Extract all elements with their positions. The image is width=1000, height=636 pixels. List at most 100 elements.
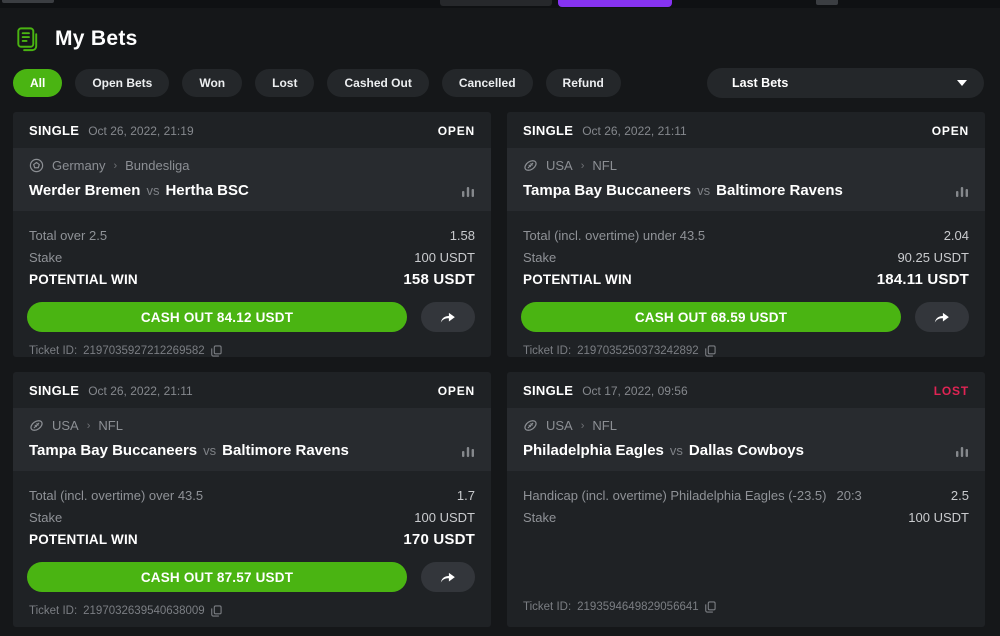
bet-selection-label: Total (incl. overtime) under 43.5 <box>523 228 705 243</box>
cash-out-button[interactable]: CASH OUT 84.12 USDT <box>27 302 407 332</box>
filter-cashed-out[interactable]: Cashed Out <box>327 69 428 97</box>
stats-bars-icon[interactable] <box>955 445 969 457</box>
chevron-down-icon <box>957 80 967 86</box>
event-title: Tampa Bay Buccaneers vs Baltimore Ravens <box>523 182 969 199</box>
bet-card: SINGLE Oct 26, 2022, 21:19 OPEN Germany … <box>13 112 491 357</box>
page-header: My Bets <box>13 24 1000 54</box>
topbar-fragment <box>440 0 552 6</box>
copy-icon[interactable] <box>211 605 222 617</box>
stake-value: 90.25 USDT <box>897 250 969 265</box>
spacer <box>507 528 985 601</box>
bet-card-header: SINGLE Oct 26, 2022, 21:19 OPEN <box>13 112 491 148</box>
bet-selection-row: Total over 2.5 1.58 <box>29 224 475 246</box>
home-team: Werder Bremen <box>29 182 140 199</box>
event-title: Philadelphia Eagles vs Dallas Cowboys <box>523 442 969 459</box>
copy-icon[interactable] <box>705 345 716 357</box>
topbar-fragment <box>816 0 838 5</box>
ticket-id-label: Ticket ID: <box>29 605 77 617</box>
filter-lost[interactable]: Lost <box>255 69 314 97</box>
ticket-id-label: Ticket ID: <box>523 601 571 613</box>
soccer-ball-icon <box>29 158 44 173</box>
vs-label: vs <box>146 183 159 198</box>
away-team: Hertha BSC <box>165 182 248 199</box>
page-title: My Bets <box>55 27 138 51</box>
filter-refund[interactable]: Refund <box>546 69 621 97</box>
event-block: USA › NFL Tampa Bay Buccaneers vs Baltim… <box>13 408 491 471</box>
vs-label: vs <box>670 443 683 458</box>
topbar-fragment <box>2 0 54 3</box>
copy-icon[interactable] <box>211 345 222 357</box>
event-league: NFL <box>592 158 617 173</box>
home-team: Tampa Bay Buccaneers <box>29 442 197 459</box>
meta-separator: › <box>87 420 91 432</box>
bet-date: Oct 26, 2022, 21:11 <box>582 124 687 138</box>
card-actions: CASH OUT 87.57 USDT <box>27 562 475 592</box>
card-actions: CASH OUT 68.59 USDT <box>521 302 969 332</box>
potential-win-value: 184.11 USDT <box>877 271 969 288</box>
ticket-row: Ticket ID: 2197032639540638009 <box>29 605 475 617</box>
sort-dropdown[interactable]: Last Bets <box>707 68 984 98</box>
topbar-purple-button[interactable] <box>558 0 672 7</box>
odds-value: 1.7 <box>457 488 475 503</box>
cash-out-button[interactable]: CASH OUT 87.57 USDT <box>27 562 407 592</box>
away-team: Baltimore Ravens <box>716 182 843 199</box>
share-button[interactable] <box>421 302 475 332</box>
cash-out-button[interactable]: CASH OUT 68.59 USDT <box>521 302 901 332</box>
potential-win-row: POTENTIAL WIN 170 USDT <box>29 528 475 550</box>
bet-card: SINGLE Oct 26, 2022, 21:11 OPEN USA › NF… <box>507 112 985 357</box>
bet-date: Oct 17, 2022, 09:56 <box>582 384 687 398</box>
event-league: NFL <box>98 418 123 433</box>
event-country: USA <box>546 158 573 173</box>
bet-selection-row: Total (incl. overtime) over 43.5 1.7 <box>29 484 475 506</box>
stats-bars-icon[interactable] <box>955 185 969 197</box>
filter-won[interactable]: Won <box>182 69 242 97</box>
share-arrow-icon <box>439 571 457 584</box>
share-button[interactable] <box>915 302 969 332</box>
event-meta: Germany › Bundesliga <box>29 158 475 173</box>
share-button[interactable] <box>421 562 475 592</box>
odds-value: 2.5 <box>951 488 969 503</box>
ticket-row: Ticket ID: 2193594649829056641 <box>523 601 969 613</box>
stats-bars-icon[interactable] <box>461 445 475 457</box>
bet-details: Handicap (incl. overtime) Philadelphia E… <box>507 471 985 528</box>
stats-bars-icon[interactable] <box>461 185 475 197</box>
ticket-id-value: 2197032639540638009 <box>83 605 205 617</box>
filters-bar: All Open Bets Won Lost Cashed Out Cancel… <box>13 68 984 98</box>
american-football-icon <box>523 418 538 433</box>
status-badge: LOST <box>934 384 969 398</box>
odds-value: 2.04 <box>944 228 969 243</box>
ticket-id-value: 2193594649829056641 <box>577 601 699 613</box>
status-badge: OPEN <box>438 384 475 398</box>
potential-win-row: POTENTIAL WIN 184.11 USDT <box>523 268 969 290</box>
stake-label: Stake <box>29 510 62 525</box>
home-team: Tampa Bay Buccaneers <box>523 182 691 199</box>
event-meta: USA › NFL <box>523 418 969 433</box>
filter-all[interactable]: All <box>13 69 62 97</box>
bet-card-header: SINGLE Oct 26, 2022, 21:11 OPEN <box>507 112 985 148</box>
stake-value: 100 USDT <box>414 250 475 265</box>
event-title: Tampa Bay Buccaneers vs Baltimore Ravens <box>29 442 475 459</box>
filter-cancelled[interactable]: Cancelled <box>442 69 533 97</box>
ticket-id-label: Ticket ID: <box>523 345 571 357</box>
event-block: Germany › Bundesliga Werder Bremen vs He… <box>13 148 491 211</box>
event-country: USA <box>52 418 79 433</box>
bet-selection-label: Total (incl. overtime) over 43.5 <box>29 488 203 503</box>
filter-open-bets[interactable]: Open Bets <box>75 69 169 97</box>
vs-label: vs <box>697 183 710 198</box>
status-badge: OPEN <box>438 124 475 138</box>
copy-icon[interactable] <box>705 601 716 613</box>
meta-separator: › <box>581 420 585 432</box>
event-league: Bundesliga <box>125 158 189 173</box>
share-arrow-icon <box>933 311 951 324</box>
home-team: Philadelphia Eagles <box>523 442 664 459</box>
status-badge: OPEN <box>932 124 969 138</box>
ticket-id-value: 2197035250373242892 <box>577 345 699 357</box>
potential-win-value: 158 USDT <box>403 271 475 288</box>
share-arrow-icon <box>439 311 457 324</box>
match-score: 20:3 <box>836 488 861 503</box>
vs-label: vs <box>203 443 216 458</box>
event-meta: USA › NFL <box>29 418 475 433</box>
bet-details: Total over 2.5 1.58 Stake 100 USDT POTEN… <box>13 211 491 290</box>
event-meta: USA › NFL <box>523 158 969 173</box>
event-block: USA › NFL Tampa Bay Buccaneers vs Baltim… <box>507 148 985 211</box>
